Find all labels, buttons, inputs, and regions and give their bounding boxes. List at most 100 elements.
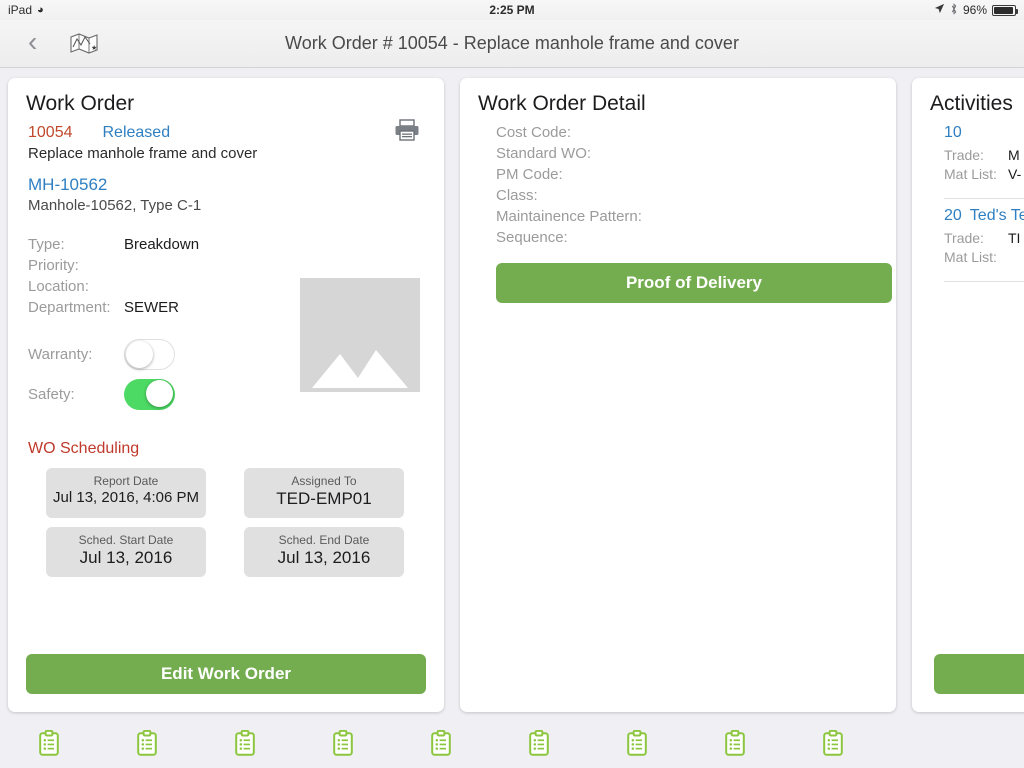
battery-percent-label: 96% bbox=[962, 3, 987, 17]
cell-value: Jul 13, 2016 bbox=[79, 548, 173, 567]
field-label: Location: bbox=[28, 278, 89, 295]
tab-item-3[interactable] bbox=[196, 729, 294, 761]
status-bar-left: iPad ◕ bbox=[8, 3, 44, 17]
clipboard-icon bbox=[39, 729, 59, 761]
detail-row-class: Class: bbox=[496, 187, 538, 204]
tab-item-7[interactable] bbox=[588, 729, 686, 761]
activity-name: Ted's Te bbox=[969, 207, 1024, 224]
divider bbox=[944, 198, 1024, 199]
activities-footer-button[interactable] bbox=[934, 654, 1024, 694]
toggle-label-safety: Safety: bbox=[28, 385, 75, 403]
activities-list: 10 Trade: M Mat List: V- 20 Ted's Te Tra… bbox=[930, 124, 1024, 282]
activity-mat-list-row: Mat List: V- bbox=[944, 166, 1024, 185]
cell-caption: Report Date bbox=[93, 474, 159, 488]
cell-value: Jul 13, 2016 bbox=[277, 548, 371, 567]
toggle-label-warranty: Warranty: bbox=[28, 345, 93, 363]
detail-row-standard-wo: Standard WO: bbox=[496, 145, 592, 162]
clipboard-icon bbox=[627, 729, 647, 761]
detail-row-cost-code: Cost Code: bbox=[496, 124, 572, 141]
cell-caption: Assigned To bbox=[291, 474, 357, 488]
back-button[interactable]: ‹ bbox=[18, 26, 49, 62]
work-order-body: 10054 Released Replace manhole frame and… bbox=[26, 124, 426, 577]
clipboard-icon bbox=[431, 729, 451, 761]
activity-sequence: 20 bbox=[944, 207, 962, 224]
activity-sequence: 10 bbox=[944, 124, 962, 141]
report-date-cell[interactable]: Report Date Jul 13, 2016, 4:06 PM bbox=[46, 468, 206, 518]
edit-work-order-button[interactable]: Edit Work Order bbox=[26, 654, 426, 694]
activity-trade-label: Trade: bbox=[944, 147, 984, 163]
location-arrow-icon bbox=[934, 3, 945, 17]
list-item[interactable]: 10 Trade: M Mat List: V- bbox=[944, 124, 1024, 191]
wifi-icon: ◕ bbox=[37, 3, 44, 16]
battery-icon bbox=[992, 4, 1018, 16]
work-order-detail-card-title: Work Order Detail bbox=[478, 92, 646, 115]
divider bbox=[944, 281, 1024, 282]
activities-card-title: Activities bbox=[930, 92, 1013, 115]
activity-mat-list-label: Mat List: bbox=[944, 249, 997, 265]
activity-trade-value: TI bbox=[1008, 230, 1021, 246]
cell-value: TED-EMP01 bbox=[276, 489, 372, 508]
field-label: Priority: bbox=[28, 257, 79, 274]
cell-value: Jul 13, 2016, 4:06 PM bbox=[53, 489, 199, 506]
asset-id-link[interactable]: MH-10562 bbox=[28, 175, 426, 195]
activity-trade-row: Trade: M bbox=[944, 147, 1024, 166]
field-label: Department: bbox=[28, 299, 111, 316]
proof-of-delivery-wrap: Proof of Delivery bbox=[478, 263, 892, 303]
edit-work-order-button-wrap: Edit Work Order bbox=[26, 654, 426, 694]
tab-item-1[interactable] bbox=[0, 729, 98, 761]
list-item[interactable]: 20 Ted's Te Trade: TI Mat List: bbox=[944, 207, 1024, 274]
detail-row-pm-code: PM Code: bbox=[496, 166, 563, 183]
tab-item-5[interactable] bbox=[392, 729, 490, 761]
clipboard-icon bbox=[137, 729, 157, 761]
tab-item-8[interactable] bbox=[686, 729, 784, 761]
work-order-number[interactable]: 10054 bbox=[28, 124, 73, 142]
svg-text:★: ★ bbox=[91, 44, 97, 52]
tab-item-2[interactable] bbox=[98, 729, 196, 761]
activity-mat-list-value: V- bbox=[1008, 166, 1022, 182]
activity-header: 10 bbox=[944, 124, 1024, 142]
asset-description: Manhole-10562, Type C-1 bbox=[28, 197, 202, 214]
field-value: Breakdown bbox=[124, 236, 200, 253]
activity-trade-label: Trade: bbox=[944, 230, 984, 246]
detail-row-maintenance-pattern: Maintainence Pattern: bbox=[496, 208, 642, 225]
status-bar-time: 2:25 PM bbox=[489, 3, 535, 17]
clipboard-icon bbox=[235, 729, 255, 761]
navigation-bar: ‹ ★ Work Order # 10054 - Replace manhole… bbox=[0, 20, 1024, 68]
activity-trade-row: Trade: TI bbox=[944, 230, 1024, 249]
tab-item-6[interactable] bbox=[490, 729, 588, 761]
content-area: Work Order 10054 Released Replace manhol… bbox=[0, 68, 1024, 722]
safety-toggle[interactable] bbox=[124, 378, 175, 410]
warranty-toggle[interactable] bbox=[124, 338, 175, 370]
clipboard-icon bbox=[333, 729, 353, 761]
activity-trade-value: M bbox=[1008, 147, 1020, 163]
detail-row-sequence: Sequence: bbox=[496, 229, 568, 246]
tab-item-9[interactable] bbox=[784, 729, 882, 761]
cell-caption: Sched. End Date bbox=[278, 533, 370, 547]
status-badge[interactable]: Released bbox=[103, 124, 171, 142]
cell-caption: Sched. Start Date bbox=[78, 533, 174, 547]
device-label: iPad bbox=[8, 3, 33, 17]
field-row-type: Type: Breakdown bbox=[28, 236, 426, 257]
detail-field-list: Cost Code: Standard WO: PM Code: Class: … bbox=[478, 124, 878, 250]
bluetooth-icon bbox=[950, 2, 958, 18]
field-row-priority: Priority: bbox=[28, 257, 426, 278]
activity-mat-list-label: Mat List: bbox=[944, 166, 997, 182]
work-order-description: Replace manhole frame and cover bbox=[28, 145, 258, 162]
image-placeholder-icon bbox=[300, 278, 420, 392]
status-bar-right: 96% bbox=[934, 2, 1018, 18]
work-order-detail-card: Work Order Detail Cost Code: Standard WO… bbox=[460, 78, 896, 712]
wo-scheduling-header: WO Scheduling bbox=[28, 440, 140, 457]
sched-end-date-cell[interactable]: Sched. End Date Jul 13, 2016 bbox=[244, 527, 404, 577]
clipboard-icon bbox=[823, 729, 843, 761]
clipboard-icon bbox=[725, 729, 745, 761]
field-label: Type: bbox=[28, 236, 65, 253]
activity-mat-list-row: Mat List: bbox=[944, 249, 1024, 268]
tab-item-4[interactable] bbox=[294, 729, 392, 761]
activities-card: Activities 10 Trade: M Mat List: V- 20 T… bbox=[912, 78, 1024, 712]
clipboard-icon bbox=[529, 729, 549, 761]
sched-start-date-cell[interactable]: Sched. Start Date Jul 13, 2016 bbox=[46, 527, 206, 577]
proof-of-delivery-button[interactable]: Proof of Delivery bbox=[496, 263, 892, 303]
work-order-card: Work Order 10054 Released Replace manhol… bbox=[8, 78, 444, 712]
map-icon[interactable]: ★ bbox=[69, 31, 99, 57]
assigned-to-cell[interactable]: Assigned To TED-EMP01 bbox=[244, 468, 404, 518]
